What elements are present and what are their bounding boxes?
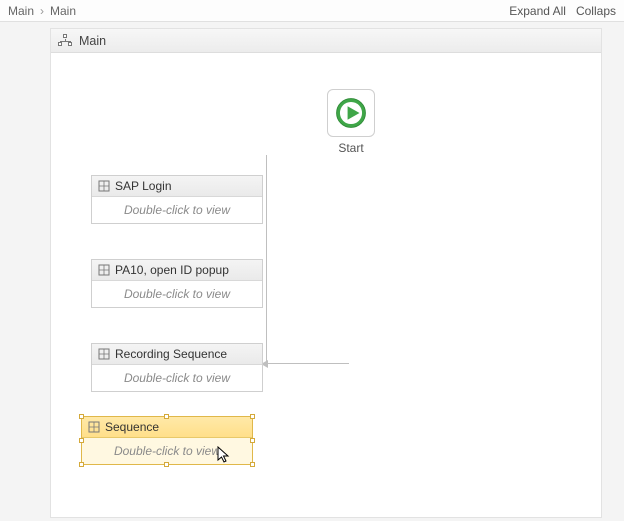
breadcrumb-current[interactable]: Main [50,4,76,18]
activity-hint[interactable]: Double-click to view [92,197,262,223]
resize-handle[interactable] [250,414,255,419]
resize-handle[interactable] [79,438,84,443]
activity-title: Sequence [105,420,159,434]
sequence-icon [98,180,110,192]
activity-pa10-open-id-popup[interactable]: PA10, open ID popup Double-click to view [91,259,263,308]
activity-sap-login[interactable]: SAP Login Double-click to view [91,175,263,224]
sequence-icon [88,421,100,433]
top-bar: Main › Main Expand All Collaps [0,0,624,22]
connector-line [266,155,349,364]
flowchart-icon [59,35,73,47]
start-button[interactable] [327,89,375,137]
resize-handle[interactable] [79,462,84,467]
resize-handle[interactable] [250,438,255,443]
breadcrumb-root[interactable]: Main [8,4,34,18]
activity-title: Recording Sequence [115,347,227,361]
resize-handle[interactable] [79,414,84,419]
activity-sequence[interactable]: Sequence Double-click to view [81,416,253,465]
activity-hint[interactable]: Double-click to view [82,438,252,464]
start-node: Start [321,89,381,155]
breadcrumb: Main › Main [8,4,76,18]
workflow-panel: Main Start SAP Login Double [50,28,602,518]
resize-handle[interactable] [250,462,255,467]
activity-hint[interactable]: Double-click to view [92,281,262,307]
workflow-canvas[interactable]: Start SAP Login Double-click to view PA1… [51,53,601,517]
activity-title: SAP Login [115,179,172,193]
sequence-icon [98,264,110,276]
activity-recording-sequence[interactable]: Recording Sequence Double-click to view [91,343,263,392]
resize-handle[interactable] [164,414,169,419]
expand-all-link[interactable]: Expand All [509,4,566,18]
sequence-icon [98,348,110,360]
start-label: Start [321,141,381,155]
resize-handle[interactable] [164,462,169,467]
panel-header: Main [51,29,601,53]
panel-title: Main [79,34,106,48]
breadcrumb-separator: › [40,4,44,18]
play-icon [334,96,368,130]
collapse-all-link[interactable]: Collaps [576,4,616,18]
activity-hint[interactable]: Double-click to view [92,365,262,391]
activity-title: PA10, open ID popup [115,263,229,277]
